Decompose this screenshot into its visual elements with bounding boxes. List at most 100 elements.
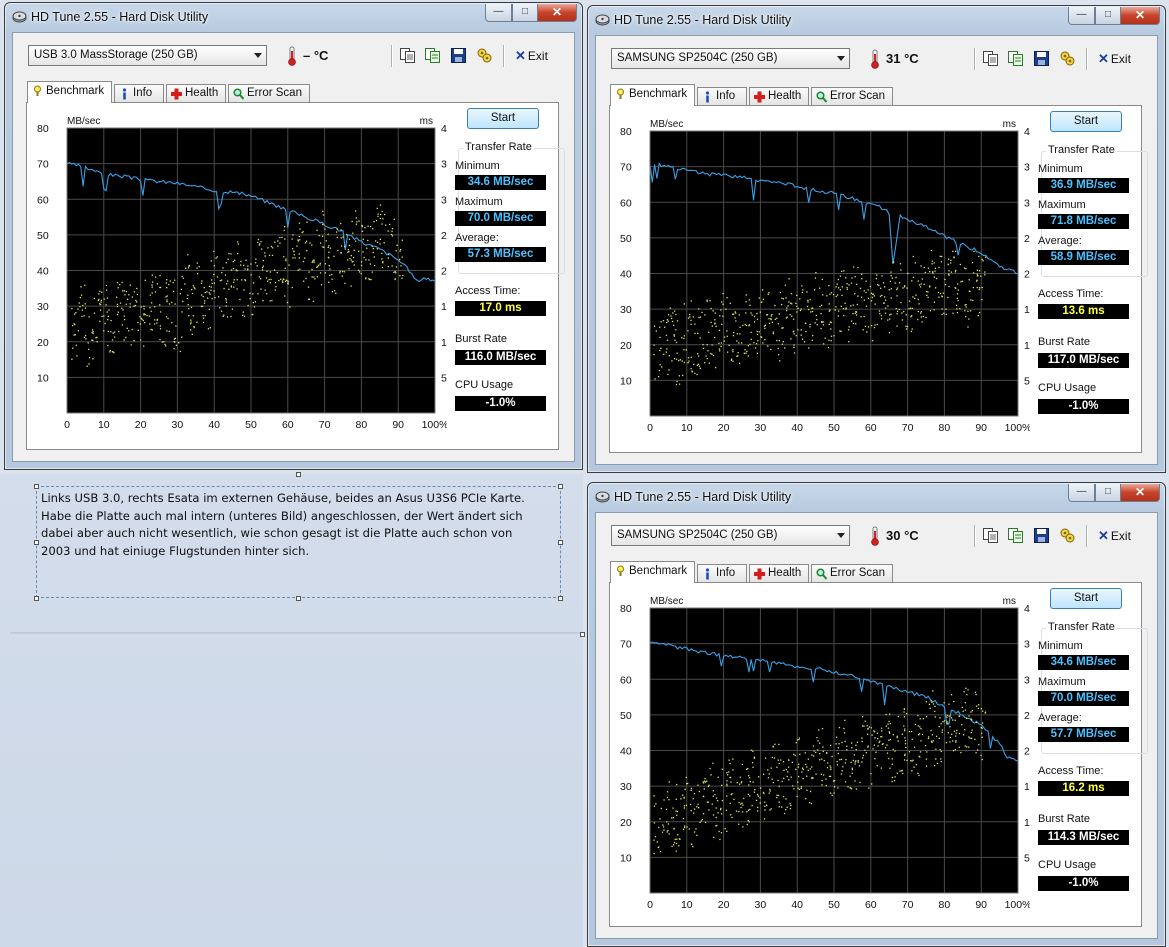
minimize-button[interactable]: — (1068, 484, 1095, 502)
resize-handle-top-right[interactable] (558, 484, 563, 489)
minimize-button[interactable]: — (1068, 7, 1095, 25)
access-time-point (952, 250, 954, 253)
copy-all-icon[interactable] (1007, 527, 1024, 544)
copy-icon[interactable] (399, 47, 416, 64)
copy-icon[interactable] (982, 527, 999, 544)
access-time-point (871, 296, 873, 299)
options-icon[interactable] (476, 47, 493, 64)
access-time-point (872, 748, 874, 750)
exit-button[interactable]: ✕ Exit (515, 48, 548, 64)
tab-info[interactable]: Info (697, 87, 747, 105)
save-icon[interactable] (450, 47, 467, 64)
drive-select[interactable]: SAMSUNG SP2504C (250 GB) (611, 48, 850, 69)
tab-benchmark[interactable]: Benchmark (610, 561, 695, 583)
options-icon[interactable] (1059, 527, 1076, 544)
save-icon[interactable] (1033, 50, 1050, 67)
close-button[interactable]: ✕ (1120, 484, 1160, 502)
resize-handle-bottom-right[interactable] (558, 596, 563, 601)
copy-icon[interactable] (982, 50, 999, 67)
access-time-point (681, 337, 683, 339)
start-button[interactable]: Start (1050, 111, 1122, 132)
access-time-point (833, 786, 836, 788)
hdtune-window-esata[interactable]: HD Tune 2.55 - Hard Disk Utility — □ ✕ S… (587, 5, 1166, 473)
access-time-point (125, 303, 127, 305)
tab-health[interactable]: Health (749, 564, 809, 582)
access-time-point (829, 792, 832, 794)
access-time-point (683, 361, 686, 364)
start-button[interactable]: Start (467, 108, 539, 129)
close-button[interactable]: ✕ (537, 4, 577, 22)
minimize-button[interactable]: — (485, 4, 512, 22)
access-time-point (846, 745, 848, 747)
access-time-point (841, 770, 843, 772)
chevron-down-icon[interactable] (254, 53, 262, 58)
access-time-point (174, 279, 176, 281)
tab-info[interactable]: Info (114, 84, 164, 102)
start-button[interactable]: Start (1050, 588, 1122, 609)
tab-health[interactable]: Health (166, 84, 226, 102)
access-time-point (653, 822, 656, 824)
drive-select[interactable]: SAMSUNG SP2504C (250 GB) (611, 525, 850, 546)
access-time-point (754, 789, 756, 791)
access-time-point (399, 258, 401, 261)
access-time-point (873, 295, 876, 297)
tab-info[interactable]: Info (697, 564, 747, 582)
resize-handle-edge[interactable] (580, 632, 585, 637)
access-time-point (757, 810, 759, 812)
tab-benchmark[interactable]: Benchmark (610, 84, 695, 106)
hdtune-window-usb[interactable]: HD Tune 2.55 - Hard Disk Utility — □ ✕ U… (4, 2, 583, 470)
access-time-point (347, 248, 350, 251)
maximize-button[interactable]: □ (1095, 484, 1121, 502)
tab-error-scan[interactable]: Error Scan (228, 84, 310, 102)
access-time-point (298, 257, 300, 259)
access-time-point (881, 294, 883, 297)
resize-handle-bottom-middle[interactable] (296, 596, 301, 601)
access-time-point (896, 736, 898, 739)
chevron-down-icon[interactable] (837, 533, 845, 538)
resize-handle-top-middle[interactable] (296, 472, 301, 477)
access-time-point (927, 267, 930, 269)
access-time-point (753, 315, 756, 318)
maximize-button[interactable]: □ (512, 4, 538, 22)
access-time-point (812, 777, 814, 779)
exit-button[interactable]: ✕ Exit (1098, 51, 1131, 67)
exit-button[interactable]: ✕ Exit (1098, 528, 1131, 544)
access-time-point (847, 786, 849, 788)
access-time-point (980, 754, 982, 757)
access-time-point (978, 288, 980, 291)
resize-handle-middle-right[interactable] (558, 540, 563, 545)
access-time-point (745, 301, 747, 303)
access-time-point (294, 257, 296, 259)
access-time-point (911, 307, 913, 310)
access-time-point (285, 258, 287, 260)
maximize-button[interactable]: □ (1095, 7, 1121, 25)
tab-error-scan[interactable]: Error Scan (811, 564, 893, 582)
access-time-point (770, 315, 772, 317)
hdtune-window-internal[interactable]: HD Tune 2.55 - Hard Disk Utility — □ ✕ S… (587, 482, 1166, 947)
access-time-point (768, 792, 770, 794)
copy-all-icon[interactable] (1007, 50, 1024, 67)
resize-handle-bottom-left[interactable] (34, 596, 39, 601)
access-time-point (121, 290, 124, 292)
access-time-point (934, 270, 936, 272)
tab-error-scan[interactable]: Error Scan (811, 87, 893, 105)
access-time-point (696, 373, 698, 376)
save-icon[interactable] (1033, 527, 1050, 544)
drive-select[interactable]: USB 3.0 MassStorage (250 GB) (28, 45, 267, 66)
access-time-point (960, 751, 962, 754)
access-time-point (666, 319, 669, 321)
access-time-point (693, 808, 696, 810)
resize-handle-top-left[interactable] (34, 484, 39, 489)
options-icon[interactable] (1059, 50, 1076, 67)
access-time-point (225, 283, 228, 285)
tab-health[interactable]: Health (749, 87, 809, 105)
tab-benchmark[interactable]: Benchmark (27, 81, 112, 103)
close-button[interactable]: ✕ (1120, 7, 1160, 25)
access-time-point (797, 329, 799, 331)
access-time-point (92, 330, 94, 333)
access-time-point (878, 741, 880, 744)
comment-text-box[interactable]: Links USB 3.0, rechts Esata im externen … (36, 486, 561, 598)
resize-handle-middle-left[interactable] (34, 540, 39, 545)
copy-all-icon[interactable] (424, 47, 441, 64)
chevron-down-icon[interactable] (837, 56, 845, 61)
